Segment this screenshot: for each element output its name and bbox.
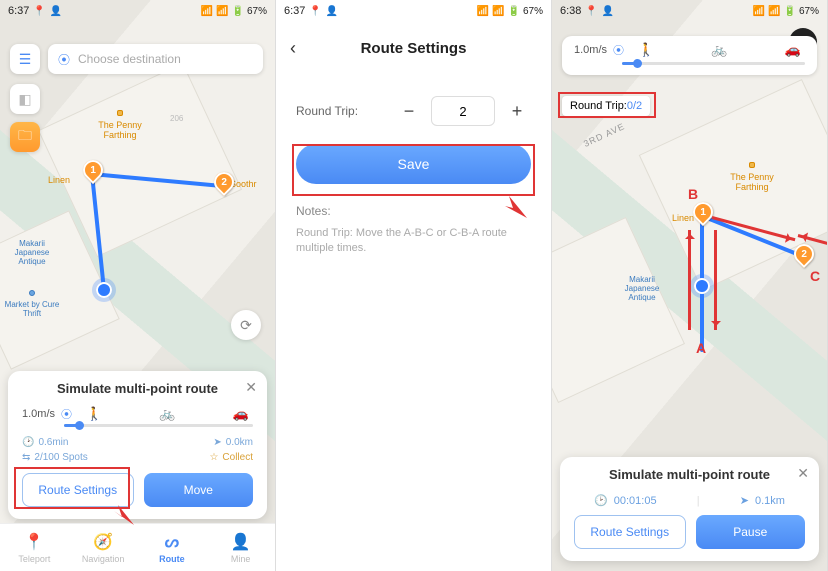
- round-trip-label: Round Trip:: [296, 104, 387, 118]
- speed-slider[interactable]: [64, 424, 253, 427]
- place-penny[interactable]: The Penny Farthing: [722, 162, 782, 193]
- nav-arrow-icon: ➤: [213, 437, 221, 448]
- running-panel: Simulate multi-point route ✕ 🕑00:01:05 |…: [560, 457, 819, 561]
- close-panel-button[interactable]: ✕: [797, 465, 809, 482]
- place-market[interactable]: Market by Cure Thrift: [2, 290, 62, 318]
- route-settings-button[interactable]: Route Settings: [22, 473, 134, 507]
- pause-button[interactable]: Pause: [696, 515, 806, 549]
- folder-button[interactable]: 🗀: [10, 122, 40, 152]
- screen-route-settings: 6:37📍👤 📶📶🔋67% ‹ Route Settings Round Tri…: [276, 0, 552, 571]
- label-B: B: [688, 186, 698, 202]
- status-bar: 6:38📍👤 📶📶🔋67%: [552, 0, 827, 22]
- place-makarii[interactable]: Makarii Japanese Antique: [2, 240, 62, 266]
- destination-search[interactable]: ⦿ Choose destination: [48, 44, 263, 74]
- mode-walk-icon[interactable]: 🚶: [638, 42, 654, 58]
- speed-card: 1.0m/s ⦿ 🚶 🚲 🚗: [562, 36, 817, 75]
- place-addr: 206: [170, 115, 183, 124]
- clock-icon: 🕑: [594, 494, 608, 507]
- menu-button[interactable]: ☰: [10, 44, 40, 74]
- close-panel-button[interactable]: ✕: [245, 379, 257, 396]
- nav-navigation[interactable]: 🧭Navigation: [69, 524, 138, 571]
- place-makarii[interactable]: Makarii Japanese Antique: [612, 276, 672, 302]
- layers-button[interactable]: ◧: [10, 84, 40, 114]
- status-bar: 6:37📍👤 📶📶🔋67%: [276, 0, 551, 22]
- speed-value: 1.0m/s: [574, 44, 607, 56]
- pin-icon: ⦿: [58, 51, 70, 68]
- mode-bike-icon[interactable]: 🚲: [711, 42, 727, 58]
- mode-walk-icon[interactable]: 🚶: [86, 406, 102, 422]
- increment-button[interactable]: +: [503, 97, 531, 125]
- bottom-nav: 📍Teleport 🧭Navigation ᔕRoute 👤Mine: [0, 523, 275, 571]
- distance: 0.1km: [755, 495, 785, 507]
- road-label: 3RD AVE: [582, 121, 626, 149]
- page-title: Route Settings: [361, 40, 467, 57]
- back-button[interactable]: ‹: [290, 38, 296, 59]
- save-button[interactable]: Save: [296, 144, 531, 184]
- nav-teleport[interactable]: 📍Teleport: [0, 524, 69, 571]
- star-icon: ☆: [209, 452, 218, 463]
- place-linen[interactable]: Linen: [672, 214, 694, 224]
- place-linen[interactable]: Linen: [48, 176, 70, 186]
- mode-car-icon[interactable]: 🚗: [785, 42, 801, 58]
- round-trip-input[interactable]: [431, 96, 495, 126]
- mode-bike-icon[interactable]: 🚲: [159, 406, 175, 422]
- elapsed-time: 00:01:05: [614, 495, 657, 507]
- spots-icon: ⇆: [22, 452, 30, 463]
- screen-simulation-running: 3RD AVE The Penny Farthing Linen Makarii…: [552, 0, 828, 571]
- speed-value: 1.0m/s: [22, 408, 55, 420]
- move-button[interactable]: Move: [144, 473, 254, 507]
- label-C: C: [810, 268, 820, 284]
- search-placeholder: Choose destination: [78, 52, 181, 66]
- notes-heading: Notes:: [296, 204, 531, 218]
- screen-main-map: The Penny Farthing 206 Linen Soothr Maka…: [0, 0, 276, 571]
- panel-title: Simulate multi-point route: [609, 467, 770, 482]
- settings-header: ‹ Route Settings: [276, 28, 551, 68]
- current-location-marker[interactable]: [96, 282, 112, 298]
- status-bar: 6:37📍👤 📶📶🔋67%: [0, 0, 275, 22]
- decrement-button[interactable]: −: [395, 97, 423, 125]
- nav-mine[interactable]: 👤Mine: [206, 524, 275, 571]
- route-settings-button[interactable]: Route Settings: [574, 515, 686, 549]
- nav-arrow-icon: ➤: [740, 494, 749, 507]
- refresh-button[interactable]: ⟳: [231, 310, 261, 340]
- place-penny[interactable]: The Penny Farthing: [90, 110, 150, 141]
- mode-car-icon[interactable]: 🚗: [233, 406, 249, 422]
- label-A: A: [696, 340, 706, 356]
- notes-text: Round Trip: Move the A-B-C or C-B-A rout…: [296, 226, 531, 257]
- route-panel: Simulate multi-point route ✕ 1.0m/s ⦿ 🚶 …: [8, 371, 267, 519]
- round-trip-chip: Round Trip:0/2: [562, 96, 650, 116]
- speed-slider[interactable]: [622, 62, 805, 65]
- panel-title: Simulate multi-point route: [57, 381, 218, 396]
- nav-route[interactable]: ᔕRoute: [138, 524, 207, 571]
- current-location-marker[interactable]: [694, 278, 710, 294]
- clock-icon: 🕑: [22, 437, 34, 448]
